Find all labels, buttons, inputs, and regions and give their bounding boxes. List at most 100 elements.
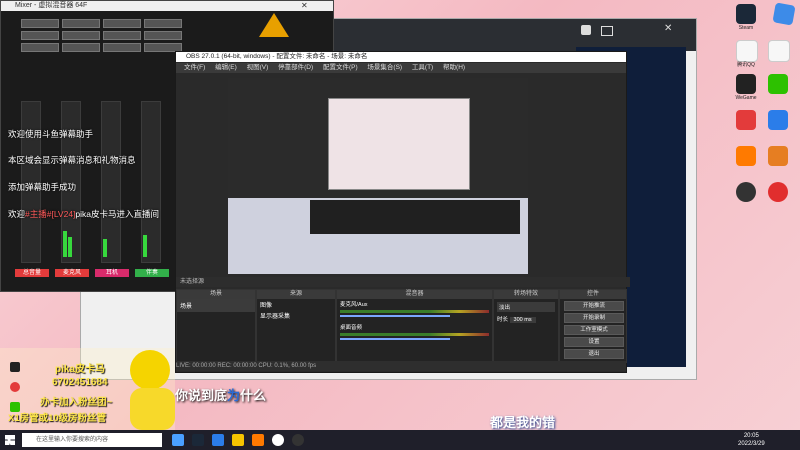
start-recording-button[interactable]: 开始录制 bbox=[564, 313, 624, 323]
obs-taskbar-icon[interactable] bbox=[292, 434, 304, 446]
dock-title: 控件 bbox=[560, 290, 626, 299]
source-item[interactable]: 显示器采集 bbox=[257, 310, 335, 321]
clock[interactable]: 20:05 2022/3/29 bbox=[738, 432, 765, 448]
mixer-dock: 混音器 麦克风/Aux 桌面音频 bbox=[336, 289, 493, 363]
mixer-button-row bbox=[21, 31, 221, 40]
level-meter bbox=[68, 237, 72, 257]
subtitle-line-1: 你说到底为什么 bbox=[175, 385, 266, 404]
wegame-icon[interactable] bbox=[736, 74, 756, 94]
close-icon[interactable]: ✕ bbox=[301, 1, 308, 10]
level-meter bbox=[63, 231, 67, 257]
explorer-taskbar-icon[interactable] bbox=[232, 434, 244, 446]
exit-button[interactable]: 退出 bbox=[564, 349, 624, 359]
mixer-track-label: 桌面音频 bbox=[340, 325, 363, 331]
weibo-icon bbox=[10, 382, 20, 392]
obs-preview[interactable] bbox=[228, 78, 528, 274]
menu-item[interactable]: 文件(F) bbox=[184, 64, 205, 71]
task-view-icon[interactable] bbox=[172, 434, 184, 446]
qq-icon[interactable] bbox=[736, 40, 758, 62]
home-icon[interactable] bbox=[581, 25, 591, 35]
anime-icon[interactable] bbox=[768, 146, 788, 166]
danmaku-line: 添加弹幕助手成功 bbox=[8, 182, 77, 192]
cube-icon[interactable] bbox=[772, 2, 796, 26]
subtitle-text-blue: 为 bbox=[227, 388, 241, 403]
sources-dock: 来源 图像 显示器采集 bbox=[256, 289, 336, 363]
channel-label: 总音量 bbox=[15, 269, 49, 277]
netease-music-icon[interactable] bbox=[768, 182, 788, 202]
level-meter bbox=[143, 235, 147, 257]
danmaku-highlight: #主播#[LV24] bbox=[25, 209, 76, 219]
streamer-line: 办卡加入粉丝团~ bbox=[40, 397, 113, 408]
transition-select[interactable]: 淡出 bbox=[497, 302, 555, 312]
scenes-dock: 场景 场景 bbox=[176, 289, 256, 363]
menu-item[interactable]: 场景集合(S) bbox=[367, 64, 402, 71]
scene-item[interactable]: 场景 bbox=[177, 299, 255, 312]
subtitle-text: 什么 bbox=[240, 388, 267, 403]
transitions-dock: 转场特效 淡出 时长 300 ms bbox=[493, 289, 559, 363]
dock-title: 混音器 bbox=[337, 290, 492, 299]
obs-menu: 文件(F) 编辑(E) 视图(V) 停靠部件(D) 配置文件(P) 场景集合(S… bbox=[176, 63, 626, 73]
start-streaming-button[interactable]: 开始推流 bbox=[564, 301, 624, 311]
chrome-taskbar-icon[interactable] bbox=[272, 434, 284, 446]
douyu-taskbar-icon[interactable] bbox=[252, 434, 264, 446]
desktop-icons: Steam 腾讯QQ WeGame bbox=[730, 2, 800, 214]
dock-title: 来源 bbox=[257, 290, 335, 299]
channel-label: 伴奏 bbox=[135, 269, 169, 277]
steam-taskbar-icon[interactable] bbox=[192, 434, 204, 446]
streamer-line: X1房管或10级房粉丝管 bbox=[8, 413, 107, 424]
desktop-icon-label: WeGame bbox=[735, 95, 757, 101]
volume-slider[interactable] bbox=[340, 315, 450, 317]
menu-item[interactable]: 停靠部件(D) bbox=[278, 64, 313, 71]
streamer-name: pika皮卡马 bbox=[55, 364, 106, 375]
channel-label: 麦克风 bbox=[55, 269, 89, 277]
room-id: 6702451684 bbox=[52, 377, 108, 388]
clock-time: 20:05 bbox=[743, 433, 759, 439]
pikachu-avatar bbox=[130, 350, 170, 390]
obs-icon[interactable] bbox=[736, 182, 756, 202]
edge-taskbar-icon[interactable] bbox=[212, 434, 224, 446]
qq2-icon[interactable] bbox=[768, 40, 790, 62]
level-meter bbox=[103, 239, 107, 257]
nested-obs-docks bbox=[310, 200, 520, 234]
subtitle-text: 你说到底 bbox=[175, 388, 228, 403]
subtitle-text: 都是 bbox=[490, 415, 517, 430]
close-icon[interactable]: ✕ bbox=[664, 23, 672, 34]
duration-input[interactable]: 300 ms bbox=[509, 317, 536, 323]
pikachu-image bbox=[130, 388, 175, 430]
settings-button[interactable]: 设置 bbox=[564, 337, 624, 347]
obs-statusbar: LIVE: 00:00:00 REC: 00:00:00 CPU: 0.1%, … bbox=[176, 361, 626, 371]
subtitle-line-2: 都是我的错 bbox=[490, 412, 555, 431]
danmaku-line: 本区域会显示弹幕消息和礼物消息 bbox=[8, 155, 136, 165]
clock-date: 2022/3/29 bbox=[738, 441, 765, 447]
obs-window: OBS 27.0.1 (64-bit, windows) - 配置文件: 未命名… bbox=[175, 51, 630, 373]
desktop-icon-label: 腾讯QQ bbox=[737, 62, 755, 68]
steam-icon[interactable] bbox=[736, 4, 756, 24]
menu-item[interactable]: 工具(T) bbox=[412, 64, 433, 71]
mixer-title: Mixer - 虚拟混音器 64F bbox=[1, 1, 333, 11]
studio-mode-button[interactable]: 工作室模式 bbox=[564, 325, 624, 335]
desktop-icon-label: Steam bbox=[738, 25, 754, 31]
danmaku-text: 欢迎 bbox=[8, 209, 26, 219]
wechat-icon[interactable] bbox=[768, 74, 788, 94]
menu-item[interactable]: 配置文件(P) bbox=[323, 64, 358, 71]
mixer-track-label: 麦克风/Aux bbox=[340, 302, 368, 308]
duration-row: 时长 300 ms bbox=[497, 315, 555, 323]
menu-item[interactable]: 视图(V) bbox=[247, 64, 269, 71]
menu-item[interactable]: 帮助(H) bbox=[443, 64, 465, 71]
douyu-icon[interactable] bbox=[736, 146, 756, 166]
app-icon[interactable] bbox=[736, 110, 756, 130]
volume-meter bbox=[340, 333, 489, 336]
dock-title: 场景 bbox=[177, 290, 255, 299]
logo-icon bbox=[259, 13, 289, 37]
kugou-icon[interactable] bbox=[768, 110, 788, 130]
taskbar-search[interactable]: 在这里输入你要搜索的内容 bbox=[22, 433, 162, 447]
douyin-icon bbox=[10, 362, 20, 372]
danmaku-text: pika皮卡马进入直播间 bbox=[75, 209, 160, 219]
volume-slider[interactable] bbox=[340, 338, 450, 340]
volume-meter bbox=[340, 310, 489, 313]
menu-item[interactable]: 编辑(E) bbox=[215, 64, 237, 71]
gamepad-icon[interactable] bbox=[601, 26, 613, 36]
obs-title: OBS 27.0.1 (64-bit, windows) - 配置文件: 未命名… bbox=[176, 52, 626, 62]
source-item[interactable]: 图像 bbox=[257, 299, 335, 310]
danmaku-welcome: 欢迎#主播#[LV24]pika皮卡马进入直播间 bbox=[8, 208, 159, 220]
